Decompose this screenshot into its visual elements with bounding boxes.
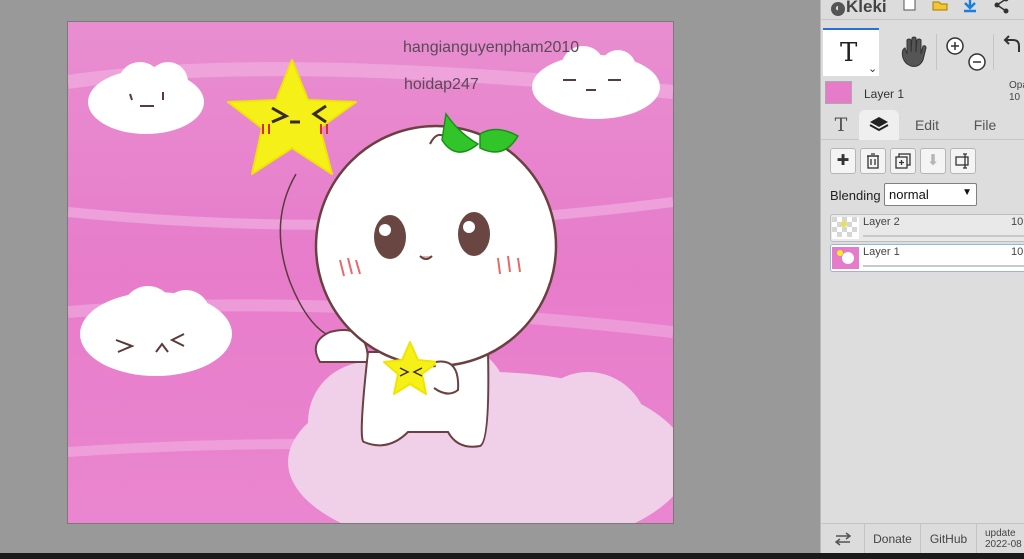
rename-layer-icon <box>955 153 969 169</box>
layer-action-row: ✚ ⬇ <box>821 146 1024 178</box>
merge-down-icon: ⬇ <box>926 152 940 169</box>
tool-separator <box>936 34 937 70</box>
opacity-label: Opa <box>1009 80 1024 91</box>
layer-1-opacity-bar[interactable] <box>863 265 1024 267</box>
tab-text[interactable]: T <box>827 110 855 140</box>
share-icon[interactable] <box>993 0 1011 14</box>
layers-icon <box>869 117 889 132</box>
layer-item-2[interactable]: Layer 2 10 <box>830 214 1024 242</box>
layer-2-opacity-bar[interactable] <box>863 235 1024 237</box>
current-layer-thumbnail <box>825 81 852 104</box>
donate-link[interactable]: Donate <box>865 524 921 553</box>
layer-2-name: Layer 2 <box>863 216 900 228</box>
chevron-down-icon: ▼ <box>962 187 972 198</box>
delete-layer-icon <box>867 153 879 169</box>
swap-button[interactable] <box>821 524 865 553</box>
text-tool-glyph: T <box>840 38 858 68</box>
undo-icon <box>1003 35 1020 52</box>
canvas-watermark-name: hangianguyenpham2010 <box>403 39 580 56</box>
bottom-strip <box>0 553 1024 559</box>
text-tool-button[interactable]: T ⌄ <box>823 28 879 76</box>
update-info[interactable]: update 2022-08 <box>985 528 1022 550</box>
tab-file[interactable]: File <box>965 110 1005 140</box>
delete-layer-button[interactable] <box>860 148 886 174</box>
layer-1-opacity: 10 <box>1011 246 1024 258</box>
layer-1-name: Layer 1 <box>863 246 900 258</box>
rename-layer-button[interactable] <box>950 148 976 174</box>
duplicate-layer-button[interactable] <box>890 148 916 174</box>
canvas-workspace[interactable]: hangianguyenpham2010 hoidap247 <box>0 0 820 553</box>
hand-icon <box>901 36 927 67</box>
add-layer-button[interactable]: ✚ <box>830 148 856 174</box>
tab-layers[interactable] <box>859 110 899 140</box>
new-icon[interactable] <box>901 0 919 14</box>
add-layer-icon: ✚ <box>836 152 850 169</box>
zoom-icons <box>946 37 986 71</box>
zoom-in-icon[interactable] <box>946 37 964 55</box>
current-layer-row: Layer 1 Opa 10 <box>821 78 1024 108</box>
current-layer-opacity: Opa 10 <box>1009 80 1024 104</box>
opacity-value: 10 <box>1009 92 1021 103</box>
open-icon[interactable] <box>931 0 949 14</box>
zoom-buttons <box>939 30 999 74</box>
duplicate-layer-icon <box>895 153 911 169</box>
hand-tool-button[interactable] <box>883 30 943 74</box>
github-link[interactable]: GitHub <box>921 524 977 553</box>
download-icon[interactable] <box>961 0 979 14</box>
tab-edit[interactable]: Edit <box>907 110 947 140</box>
chevron-down-icon[interactable]: ⌄ <box>868 62 877 75</box>
update-label: update <box>985 528 1016 539</box>
panel-tabs: T Edit File <box>821 108 1024 140</box>
panel-footer: Donate GitHub update 2022-08 <box>821 523 1024 553</box>
kleki-logo[interactable]: ◐ Kleki <box>831 0 887 17</box>
top-bar: ◐ Kleki <box>821 0 1024 20</box>
update-date: 2022-08 <box>985 539 1022 550</box>
zoom-out-icon[interactable] <box>968 53 986 71</box>
text-icon: T <box>834 114 848 136</box>
layer-2-opacity: 10 <box>1011 216 1024 228</box>
canvas-watermark-site: hoidap247 <box>404 76 479 93</box>
blending-select[interactable]: normal ▼ <box>884 183 977 206</box>
app-name: Kleki <box>846 0 887 16</box>
current-layer-name: Layer 1 <box>864 87 905 101</box>
merge-down-button[interactable]: ⬇ <box>920 148 946 174</box>
side-panel: ◐ Kleki T ⌄ Layer 1 Op 10 T Edit File ✚ … <box>820 0 1024 553</box>
layer-1-thumbnail <box>832 247 859 269</box>
blending-label: Blending <box>830 188 881 203</box>
layer-item-1[interactable]: Layer 1 10 <box>830 244 1024 272</box>
swap-icon <box>834 532 851 546</box>
canvas-drawing <box>68 22 673 523</box>
layer-2-thumbnail <box>832 217 859 239</box>
blending-value: normal <box>889 187 929 202</box>
drawing-canvas[interactable]: hangianguyenpham2010 hoidap247 <box>68 22 673 523</box>
tool-separator <box>993 34 994 70</box>
undo-button[interactable] <box>999 30 1024 74</box>
blending-row: Blending normal ▼ <box>821 182 1024 208</box>
tool-row: T ⌄ <box>821 26 1024 76</box>
